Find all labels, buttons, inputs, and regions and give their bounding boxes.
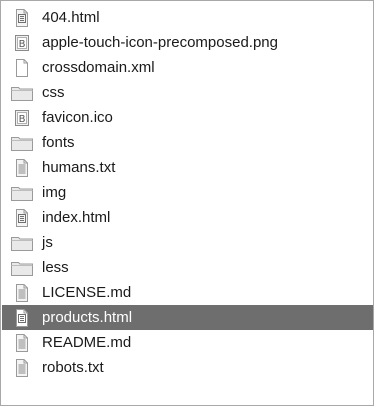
file-name: README.md — [42, 334, 132, 351]
file-name: index.html — [42, 209, 111, 226]
file-name: crossdomain.xml — [42, 59, 155, 76]
file-name: favicon.ico — [42, 109, 113, 126]
file-name: humans.txt — [42, 159, 116, 176]
folder-icon — [11, 84, 33, 102]
list-item[interactable]: crossdomain.xml — [2, 55, 373, 80]
folder-name: css — [42, 84, 65, 101]
list-item[interactable]: js — [2, 230, 373, 255]
blank-file-icon — [11, 58, 33, 77]
text-file-icon — [11, 283, 33, 302]
svg-text:B: B — [19, 39, 26, 50]
text-file-icon — [11, 158, 33, 177]
list-item[interactable]: B apple-touch-icon-precomposed.png — [2, 30, 373, 55]
folder-icon — [11, 184, 33, 202]
html-file-icon — [11, 8, 33, 27]
list-item[interactable]: fonts — [2, 130, 373, 155]
folder-name: fonts — [42, 134, 75, 151]
image-file-icon: B — [11, 34, 33, 52]
folder-name: less — [42, 259, 69, 276]
list-item[interactable]: B favicon.ico — [2, 105, 373, 130]
list-item[interactable]: img — [2, 180, 373, 205]
file-browser-window: 404.html B apple-touch-icon-precomposed.… — [0, 0, 374, 406]
list-item[interactable]: LICENSE.md — [2, 280, 373, 305]
file-name: LICENSE.md — [42, 284, 132, 301]
list-item[interactable]: index.html — [2, 205, 373, 230]
folder-icon — [11, 259, 33, 277]
list-item[interactable]: less — [2, 255, 373, 280]
folder-icon — [11, 234, 33, 252]
list-item[interactable]: 404.html — [2, 5, 373, 30]
list-item[interactable]: humans.txt — [2, 155, 373, 180]
list-item-selected[interactable]: products.html — [2, 305, 373, 330]
image-file-icon: B — [11, 109, 33, 127]
folder-icon — [11, 134, 33, 152]
html-file-icon — [11, 308, 33, 327]
svg-text:B: B — [19, 114, 26, 125]
list-item[interactable]: README.md — [2, 330, 373, 355]
html-file-icon — [11, 208, 33, 227]
folder-name: js — [42, 234, 53, 251]
list-item[interactable]: css — [2, 80, 373, 105]
file-name: products.html — [42, 309, 133, 326]
file-name: 404.html — [42, 9, 100, 26]
text-file-icon — [11, 358, 33, 377]
text-file-icon — [11, 333, 33, 352]
file-list: 404.html B apple-touch-icon-precomposed.… — [2, 5, 373, 380]
folder-name: img — [42, 184, 67, 201]
file-name: apple-touch-icon-precomposed.png — [42, 34, 278, 51]
file-name: robots.txt — [42, 359, 104, 376]
list-item[interactable]: robots.txt — [2, 355, 373, 380]
